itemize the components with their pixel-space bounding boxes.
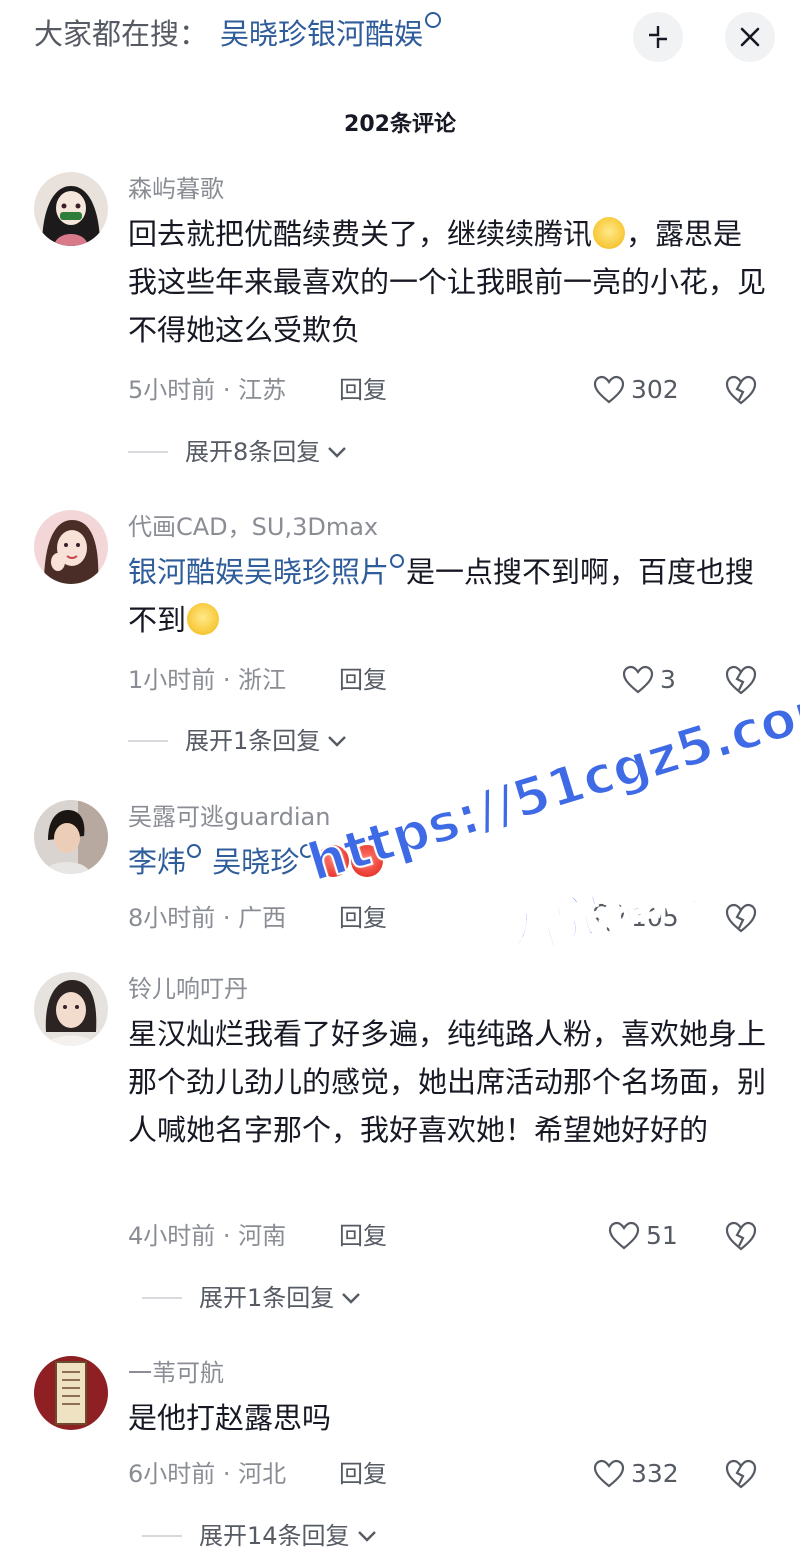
search-keyword-link[interactable]: 李炜 [128, 844, 203, 879]
comment-time-location: 8小时前 · 广西 [128, 904, 287, 932]
expand-replies-label: 展开1条回复 [185, 727, 321, 755]
chevron-down-icon [328, 736, 347, 747]
expand-replies-label: 展开8条回复 [185, 438, 321, 466]
heart-icon [622, 665, 654, 694]
comment-item: 吴露可逃guardian 李炜 吴晓珍 8小时前 · 广西 回复 105 [0, 800, 800, 940]
heart-icon [608, 1221, 640, 1250]
like-count: 302 [631, 375, 679, 404]
search-icon [187, 844, 202, 858]
expand-replies-label: 展开1条回复 [199, 1284, 335, 1312]
collapse-button[interactable] [633, 12, 683, 62]
comment-item: 铃儿响叮丹 星汉灿烂我看了好多遍，纯纯路人粉，喜欢她身上那个劲儿劲儿的感觉，她出… [0, 972, 800, 1322]
expand-replies-button[interactable]: 展开1条回复 [128, 721, 348, 761]
avatar[interactable] [34, 510, 108, 584]
search-keyword-text: 吴晓珍银河酷娱 [220, 17, 424, 51]
comment-username[interactable]: 森屿暮歌 [128, 172, 224, 206]
comment-item: 森屿暮歌 回去就把优酷续费关了，继续续腾讯 ，露思是我这些年来最喜欢的一个让我眼前… [0, 172, 800, 472]
comment-text: 星汉灿烂我看了好多遍，纯纯路人粉，喜欢她身上那个劲儿劲儿的感觉，她出席活动那个名… [128, 1017, 767, 1147]
divider [142, 1535, 182, 1537]
broken-heart-icon[interactable] [724, 374, 758, 406]
search-keyword-link[interactable]: 吴晓珍 [212, 844, 316, 879]
divider [128, 451, 168, 453]
avatar[interactable] [34, 800, 108, 874]
comment-meta: 8小时前 · 广西 回复 105 [128, 898, 768, 938]
divider [128, 740, 168, 742]
angry-emoji-icon [317, 845, 350, 877]
chevron-down-icon [357, 1531, 376, 1542]
broken-heart-icon[interactable] [724, 664, 758, 696]
search-icon [300, 844, 315, 858]
search-prefix: 大家都在搜： [34, 17, 209, 51]
comment-text: 是他打赵露思吗 [128, 1401, 332, 1435]
comment-text: 李炜 吴晓珍 [128, 838, 768, 886]
reply-button[interactable]: 回复 [339, 660, 387, 700]
like-button[interactable]: 105 [593, 898, 679, 938]
like-count: 332 [631, 1459, 679, 1488]
search-keyword-link[interactable]: 吴晓珍银河酷娱 [220, 12, 442, 54]
comment-meta: 6小时前 · 河北 回复 332 [128, 1454, 768, 1494]
search-icon [390, 554, 405, 568]
comment-item: 代画CAD，SU,3Dmax 银河酷娱吴晓珍照片 是一点搜不到啊，百度也搜不到 1… [0, 510, 800, 760]
avatar[interactable] [34, 172, 108, 246]
like-button[interactable]: 3 [622, 660, 676, 700]
comment-time-location: 1小时前 · 浙江 [128, 666, 287, 694]
comment-username[interactable]: 铃儿响叮丹 [128, 972, 248, 1006]
like-button[interactable]: 302 [593, 370, 679, 410]
like-count: 51 [646, 1221, 678, 1250]
divider [142, 1297, 182, 1299]
comment-time-location: 6小时前 · 河北 [128, 1460, 287, 1488]
reply-button[interactable]: 回复 [339, 1454, 387, 1494]
avatar[interactable] [34, 1356, 108, 1430]
search-icon [425, 12, 442, 28]
comment-item: 一苇可航 是他打赵露思吗 6小时前 · 河北 回复 332 展开14条回复 [0, 1356, 800, 1552]
heart-icon [593, 903, 625, 932]
avatar[interactable] [34, 972, 108, 1046]
close-icon [740, 27, 760, 47]
comment-username[interactable]: 代画CAD，SU,3Dmax [128, 510, 378, 544]
like-count: 105 [631, 903, 679, 932]
expand-replies-button[interactable]: 展开8条回复 [128, 432, 348, 472]
reply-button[interactable]: 回复 [339, 898, 387, 938]
like-count: 3 [660, 665, 676, 694]
comment-text: 回去就把优酷续费关了，继续续腾讯 ，露思是我这些年来最喜欢的一个让我眼前一亮的小花… [128, 217, 767, 347]
comment-meta: 5小时前 · 江苏 回复 302 [128, 370, 768, 410]
smile-emoji-icon [593, 217, 626, 249]
collapse-icon [649, 26, 667, 48]
close-button[interactable] [725, 12, 775, 62]
broken-heart-icon[interactable] [724, 1458, 758, 1490]
search-keyword-link[interactable]: 银河酷娱吴晓珍照片 [128, 554, 406, 589]
comment-count: 202条评论 [344, 112, 456, 137]
broken-heart-icon[interactable] [724, 902, 758, 934]
comment-username[interactable]: 一苇可航 [128, 1356, 224, 1390]
reply-button[interactable]: 回复 [339, 370, 387, 410]
chevron-down-icon [342, 1293, 361, 1304]
comment-username[interactable]: 吴露可逃guardian [128, 800, 330, 834]
comment-text: 银河酷娱吴晓珍照片 是一点搜不到啊，百度也搜不到 [128, 554, 755, 637]
expand-replies-label: 展开14条回复 [199, 1522, 350, 1550]
comment-time-location: 4小时前 · 河南 [128, 1222, 287, 1250]
broken-heart-icon[interactable] [724, 1220, 758, 1252]
chevron-down-icon [328, 447, 347, 458]
like-button[interactable]: 51 [608, 1216, 678, 1256]
expand-replies-button[interactable]: 展开14条回复 [142, 1516, 378, 1556]
reply-button[interactable]: 回复 [339, 1216, 387, 1256]
comment-time-location: 5小时前 · 江苏 [128, 376, 287, 404]
angry-emoji-icon [351, 845, 384, 877]
heart-icon [593, 375, 625, 404]
comment-meta: 1小时前 · 浙江 回复 3 [128, 660, 768, 700]
crying-emoji-icon [187, 603, 220, 635]
comment-meta: 4小时前 · 河南 回复 51 [128, 1216, 768, 1256]
top-search-bar: 大家都在搜： 吴晓珍银河酷娱 [0, 0, 800, 80]
expand-replies-button[interactable]: 展开1条回复 [142, 1278, 362, 1318]
heart-icon [593, 1459, 625, 1488]
like-button[interactable]: 332 [593, 1454, 679, 1494]
